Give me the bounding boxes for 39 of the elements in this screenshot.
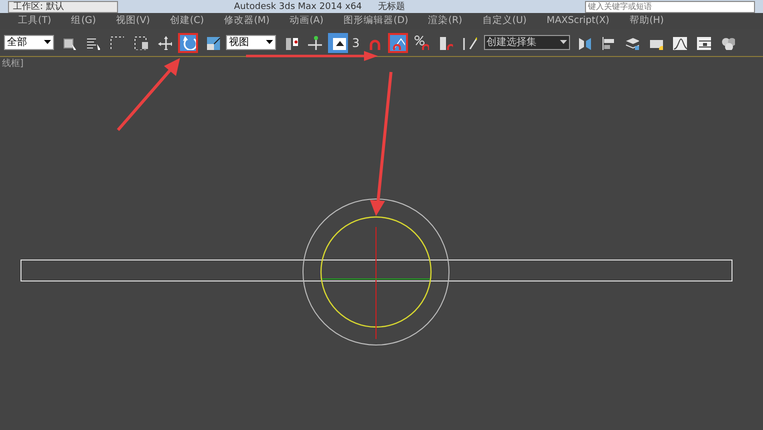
align-icon [600, 35, 616, 50]
dropdown[interactable]: 全部 [4, 35, 54, 50]
mirror-icon [576, 35, 592, 50]
percent-snap-icon [414, 35, 430, 50]
menu-item[interactable]: MAXScript(X) [536, 13, 620, 29]
menu-item[interactable]: 修改器(M) [214, 13, 280, 29]
rotate-icon [180, 35, 196, 50]
menu-item[interactable]: 创建(C) [160, 13, 214, 29]
material-editor-icon [720, 35, 736, 50]
viewport-label[interactable]: 线框] [2, 58, 24, 72]
toolbar-button[interactable] [178, 32, 198, 52]
menu-item[interactable]: 帮助(H) [619, 13, 674, 29]
menu-item[interactable]: 动画(A) [280, 13, 334, 29]
menu-item[interactable]: 视图(V) [106, 13, 160, 29]
menu-item[interactable]: 组(G) [61, 13, 106, 29]
window-title: Autodesk 3ds Max 2014 x64 [234, 0, 362, 12]
menu-item[interactable]: 渲染(R) [418, 13, 472, 29]
document-name: 无标题 [378, 0, 405, 12]
curve-editor-icon [672, 35, 688, 50]
manipulator-icon [306, 35, 322, 50]
search-field[interactable]: 键入关键字或短语 [585, 0, 755, 12]
menu-item[interactable]: 自定义(U) [472, 13, 537, 29]
toolbar-button[interactable] [412, 32, 432, 52]
pencil-braces-icon [462, 35, 478, 50]
layers-icon [624, 35, 640, 50]
workspace-dropdown[interactable]: 工作区: 默认 [8, 0, 118, 12]
toolbar-button[interactable] [388, 32, 408, 52]
crossing-box-icon [132, 35, 148, 50]
spinner-snap-icon [438, 35, 454, 50]
dropdown[interactable]: 视图 [226, 35, 276, 50]
menu-item[interactable]: 工具(T) [8, 13, 62, 29]
schematic-icon [696, 35, 712, 50]
scale-icon [204, 35, 220, 50]
menu-item[interactable]: 图形编辑器(D) [334, 13, 418, 29]
move-arrows-icon [156, 35, 172, 50]
snap-number: 3 [352, 34, 360, 52]
keyboard-shortcut-icon [330, 35, 346, 50]
dropdown[interactable]: 创建选择集 [484, 35, 570, 50]
toolbar-button[interactable] [328, 32, 348, 52]
